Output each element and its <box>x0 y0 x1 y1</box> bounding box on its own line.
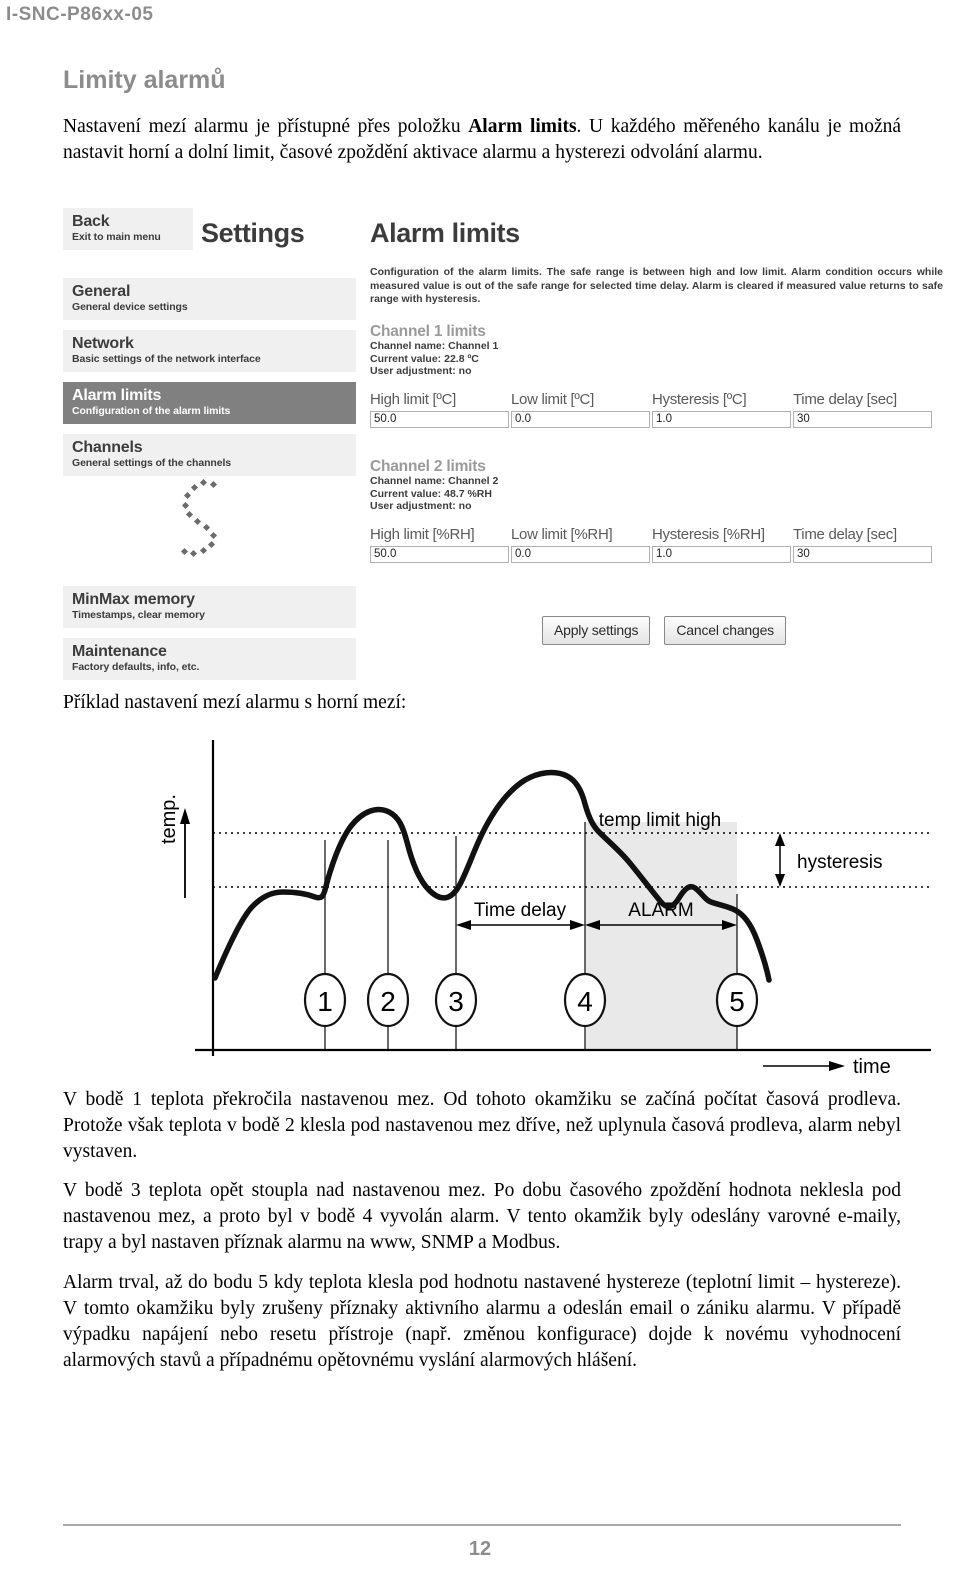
marker-4-label: 4 <box>577 986 593 1017</box>
channel-1-high-limit-input[interactable]: 50.0 <box>370 410 509 428</box>
time-delay-arrow-icon <box>456 920 585 930</box>
sidebar-item-alarm-limits[interactable]: Alarm limits Configuration of the alarm … <box>63 382 356 424</box>
channel-1-time-delay-label: Time delay [sec] <box>793 390 897 408</box>
x-axis-label: time <box>853 1056 891 1074</box>
cancel-changes-button[interactable]: Cancel changes <box>664 616 786 645</box>
device-web-ui-screenshot: Back Exit to main menu General General d… <box>63 208 943 680</box>
channel-1-name: Channel name: Channel 1 <box>370 340 499 352</box>
hysteresis-label: hysteresis <box>797 852 883 873</box>
marker-5-label: 5 <box>729 986 745 1017</box>
channel-2-low-limit-field: Low limit [%RH] 0.0 <box>511 525 650 563</box>
sidebar-item-back-title: Back <box>72 213 110 230</box>
time-delay-label: Time delay <box>474 900 567 921</box>
example-caption: Příklad nastavení mezí alarmu s horní me… <box>63 692 407 713</box>
page-title: Limity alarmů <box>63 66 226 94</box>
channel-1-current-value: Current value: 22.8 ºC <box>370 352 479 365</box>
sidebar-item-channels-title: Channels <box>72 439 143 456</box>
sidebar-item-general[interactable]: General General device settings <box>63 278 356 320</box>
channel-1-hysteresis-field: Hysteresis [ºC] 1.0 <box>652 390 791 428</box>
x-axis-arrow-icon <box>763 1061 845 1071</box>
channel-2-title: Channel 2 limits <box>370 458 486 475</box>
sidebar-item-network-subtitle: Basic settings of the network interface <box>72 353 261 365</box>
marker-1-label: 1 <box>317 986 333 1017</box>
channel-1-block: Channel 1 limits Channel name: Channel 1… <box>370 323 943 428</box>
channel-1-title: Channel 1 limits <box>370 323 486 340</box>
sidebar-item-channels-subtitle: General settings of the channels <box>72 457 232 469</box>
y-axis-label: temp. <box>158 794 180 844</box>
footer-divider <box>63 1524 901 1526</box>
device-main-panel: Alarm limits Configuration of the alarm … <box>370 208 943 676</box>
explanation-paragraph-2: V bodě 3 teplota opět stoupla nad nastav… <box>63 1180 901 1253</box>
intro-text-before: Nastavení mezí alarmu je přístupné přes … <box>63 116 469 137</box>
marker-2-label: 2 <box>380 986 396 1017</box>
hysteresis-arrow-up <box>775 833 785 846</box>
channel-1-user-adjustment: User adjustment: no <box>370 365 472 377</box>
sidebar-item-back-subtitle: Exit to main menu <box>72 231 161 243</box>
channel-1-time-delay-field: Time delay [sec] 30 <box>793 390 932 428</box>
channel-2-time-delay-input[interactable]: 30 <box>793 545 932 563</box>
channel-1-field-row: High limit [ºC] 50.0 Low limit [ºC] 0.0 … <box>370 390 943 428</box>
sidebar-item-maintenance[interactable]: Maintenance Factory defaults, info, etc. <box>63 638 356 680</box>
device-sidebar: Back Exit to main menu General General d… <box>63 208 358 680</box>
channel-1-time-delay-input[interactable]: 30 <box>793 410 932 428</box>
explanation-paragraph-3: Alarm trval, až do bodu 5 kdy teplota kl… <box>63 1272 901 1371</box>
intro-paragraph: Nastavení mezí alarmu je přístupné přes … <box>63 114 901 166</box>
settings-heading: Settings <box>201 218 305 248</box>
channel-1-hysteresis-label: Hysteresis [ºC] <box>652 390 747 408</box>
sidebar-item-alarm-limits-title: Alarm limits <box>72 387 162 404</box>
sidebar-item-back[interactable]: Back Exit to main menu <box>63 208 193 250</box>
apply-settings-button[interactable]: Apply settings <box>542 616 651 645</box>
channel-1-low-limit-label: Low limit [ºC] <box>511 390 594 408</box>
channel-1-hysteresis-input[interactable]: 1.0 <box>652 410 791 428</box>
channel-1-high-limit-label: High limit [ºC] <box>370 390 456 408</box>
explanation-paragraph-1: V bodě 1 teplota překročila nastavenou m… <box>63 1089 901 1162</box>
dotted-s-logo-icon <box>171 478 231 560</box>
alarm-timing-chart: temp. time temp limit high hysteresis Ti… <box>63 722 943 1074</box>
channel-2-field-row: High limit [%RH] 50.0 Low limit [%RH] 0.… <box>370 525 943 563</box>
sidebar-item-general-title: General <box>72 283 131 300</box>
channel-2-hysteresis-input[interactable]: 1.0 <box>652 545 791 563</box>
channel-2-user-adjustment: User adjustment: no <box>370 500 472 512</box>
hysteresis-arrow-down <box>775 874 785 887</box>
channel-2-hysteresis-label: Hysteresis [%RH] <box>652 525 765 543</box>
channel-2-low-limit-label: Low limit [%RH] <box>511 525 613 543</box>
y-axis-arrow-icon <box>180 808 190 898</box>
channel-1-low-limit-input[interactable]: 0.0 <box>511 410 650 428</box>
sidebar-item-minmax-memory[interactable]: MinMax memory Timestamps, clear memory <box>63 586 356 628</box>
device-page-description: Configuration of the alarm limits. The s… <box>370 266 943 305</box>
sidebar-item-general-subtitle: General device settings <box>72 301 188 313</box>
sidebar-item-network[interactable]: Network Basic settings of the network in… <box>63 330 356 372</box>
channel-2-high-limit-input[interactable]: 50.0 <box>370 545 509 563</box>
channel-1-low-limit-field: Low limit [ºC] 0.0 <box>511 390 650 428</box>
sidebar-item-channels[interactable]: Channels General settings of the channel… <box>63 434 356 476</box>
channel-2-name: Channel name: Channel 2 <box>370 475 499 487</box>
alarm-timing-chart-svg: temp. time temp limit high hysteresis Ti… <box>158 740 931 1074</box>
running-header: I-SNC-P86xx-05 <box>6 4 154 25</box>
sidebar-item-minmax-memory-title: MinMax memory <box>72 591 195 608</box>
channel-2-high-limit-field: High limit [%RH] 50.0 <box>370 525 509 563</box>
page-number: 12 <box>468 1538 492 1560</box>
sidebar-item-alarm-limits-subtitle: Configuration of the alarm limits <box>72 405 231 417</box>
sidebar-item-maintenance-title: Maintenance <box>72 643 167 660</box>
channel-1-high-limit-field: High limit [ºC] 50.0 <box>370 390 509 428</box>
marker-3-label: 3 <box>448 986 464 1017</box>
channel-2-hysteresis-field: Hysteresis [%RH] 1.0 <box>652 525 791 563</box>
sidebar-item-network-title: Network <box>72 335 134 352</box>
temp-limit-high-label: temp limit high <box>599 810 722 831</box>
sidebar-item-minmax-memory-subtitle: Timestamps, clear memory <box>72 609 205 621</box>
alarm-region-shading <box>585 822 737 1050</box>
channel-2-current-value: Current value: 48.7 %RH <box>370 487 492 500</box>
intro-bold-term: Alarm limits <box>468 116 577 137</box>
channel-2-time-delay-field: Time delay [sec] 30 <box>793 525 932 563</box>
channel-2-block: Channel 2 limits Channel name: Channel 2… <box>370 458 943 563</box>
sidebar-item-maintenance-subtitle: Factory defaults, info, etc. <box>72 661 200 673</box>
channel-2-low-limit-input[interactable]: 0.0 <box>511 545 650 563</box>
channel-2-high-limit-label: High limit [%RH] <box>370 525 475 543</box>
channel-2-time-delay-label: Time delay [sec] <box>793 525 897 543</box>
device-button-row: Apply settings Cancel changes <box>542 616 800 645</box>
device-page-heading: Alarm limits <box>370 218 520 248</box>
